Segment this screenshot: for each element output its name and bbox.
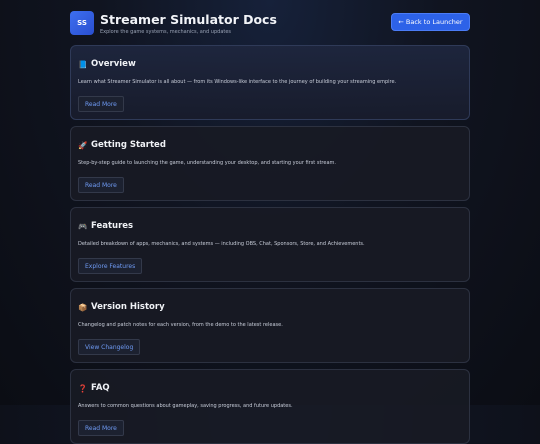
- app-logo: SS: [70, 11, 94, 35]
- section-card-getting-started: 🚀 Getting Started Step-by-step guide to …: [70, 126, 470, 201]
- question-icon: ❓: [78, 383, 88, 393]
- section-title: Version History: [91, 302, 165, 312]
- section-heading: 🚀 Getting Started: [78, 140, 166, 150]
- section-description: Learn what Streamer Simulator is all abo…: [78, 79, 397, 85]
- book-icon: 📘: [78, 59, 88, 69]
- section-description: Changelog and patch notes for each versi…: [78, 322, 283, 328]
- back-to-launcher-button[interactable]: ← Back to Launcher: [391, 13, 470, 31]
- section-heading: 🎮 Features: [78, 221, 133, 231]
- section-description: Step-by-step guide to launching the game…: [78, 160, 336, 166]
- section-heading: 📦 Version History: [78, 302, 165, 312]
- page-header: SS Streamer Simulator Docs Explore the g…: [70, 11, 470, 37]
- section-title: Overview: [91, 59, 136, 69]
- getting-started-read-more-button[interactable]: Read More: [78, 177, 124, 193]
- page-subtitle: Explore the game systems, mechanics, and…: [100, 29, 232, 35]
- section-description: Detailed breakdown of apps, mechanics, a…: [78, 241, 365, 247]
- section-card-overview: 📘 Overview Learn what Streamer Simulator…: [70, 45, 470, 120]
- section-card-version-history: 📦 Version History Changelog and patch no…: [70, 288, 470, 363]
- section-card-features: 🎮 Features Detailed breakdown of apps, m…: [70, 207, 470, 282]
- section-description: Answers to common questions about gamepl…: [78, 403, 293, 409]
- explore-features-button[interactable]: Explore Features: [78, 258, 143, 274]
- section-heading: 📘 Overview: [78, 59, 136, 69]
- section-card-faq: ❓ FAQ Answers to common questions about …: [70, 369, 470, 444]
- faq-read-more-button[interactable]: Read More: [78, 420, 124, 436]
- overview-read-more-button[interactable]: Read More: [78, 96, 124, 112]
- rocket-icon: 🚀: [78, 140, 88, 150]
- section-heading: ❓ FAQ: [78, 383, 110, 393]
- gamepad-icon: 🎮: [78, 221, 88, 231]
- section-title: FAQ: [91, 383, 110, 393]
- section-title: Getting Started: [91, 140, 166, 150]
- page-title: Streamer Simulator Docs: [100, 12, 277, 27]
- view-changelog-button[interactable]: View Changelog: [78, 339, 141, 355]
- package-icon: 📦: [78, 302, 88, 312]
- section-title: Features: [91, 221, 134, 231]
